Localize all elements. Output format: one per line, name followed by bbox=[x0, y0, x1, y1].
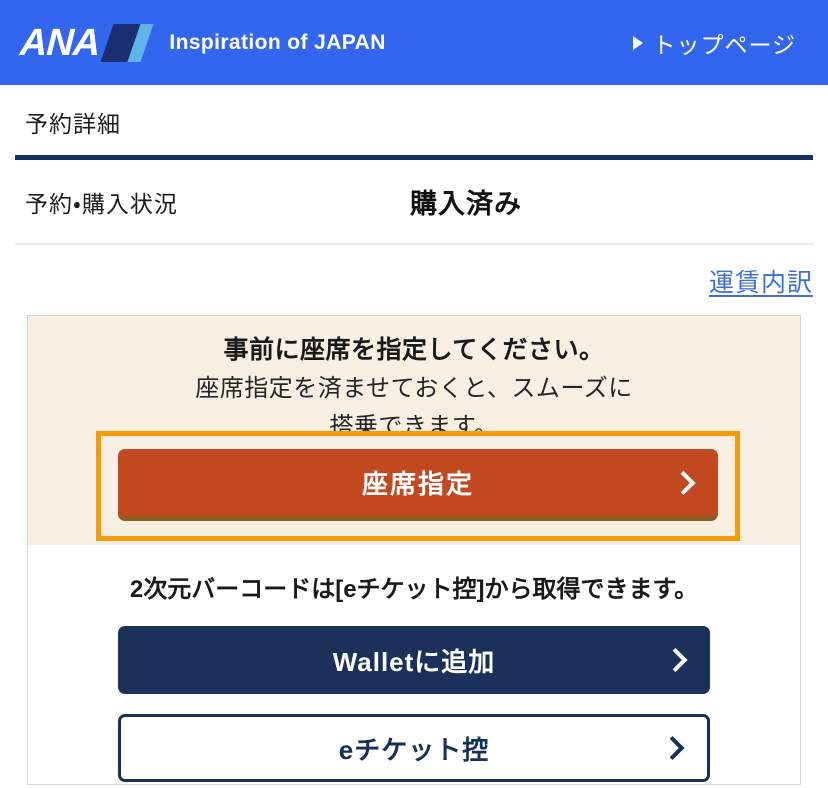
ana-parallelogram-icon bbox=[100, 23, 154, 62]
barcode-note: 2次元バーコードは[eチケット控]から取得できます。 bbox=[129, 576, 699, 603]
promo-subtext-line-1: 座席指定を済ませておくと、スムーズに bbox=[195, 374, 633, 402]
fare-link-row: 運賃内訳 bbox=[0, 245, 828, 315]
seat-selection-button-label: 座席指定 bbox=[361, 469, 474, 499]
top-page-link-label: トップページ bbox=[652, 31, 796, 58]
ticket-actions-section: 2次元バーコードは[eチケット控]から取得できます。 Walletに追加 eチケ… bbox=[28, 545, 800, 782]
fare-breakdown-link[interactable]: 運賃内訳 bbox=[709, 263, 813, 299]
top-page-link[interactable]: トップページ bbox=[633, 26, 810, 60]
status-badge: 購入済み bbox=[410, 189, 522, 219]
page-title-row: 予約詳細 bbox=[0, 85, 828, 139]
eticket-receipt-button[interactable]: eチケット控 bbox=[118, 714, 710, 782]
seat-selection-promo: 事前に座席を指定してください。 座席指定を済ませておくと、スムーズに 搭乗できま… bbox=[28, 316, 800, 545]
add-to-wallet-button-label: Walletに追加 bbox=[332, 646, 496, 677]
chevron-right-icon bbox=[671, 470, 696, 495]
seat-selection-button[interactable]: 座席指定 bbox=[118, 449, 718, 521]
status-label: 予約・購入状況 bbox=[25, 190, 178, 217]
ticket-button-stack: Walletに追加 eチケット控 bbox=[28, 604, 800, 782]
status-row: 予約・購入状況 購入済み bbox=[0, 160, 828, 243]
eticket-receipt-button-label: eチケット控 bbox=[338, 734, 490, 765]
brand-block: ANA Inspiration of JAPAN bbox=[18, 21, 386, 64]
page-title: 予約詳細 bbox=[25, 111, 121, 137]
ana-wordmark: ANA bbox=[18, 21, 101, 64]
site-header: ANA Inspiration of JAPAN トップページ bbox=[0, 0, 828, 85]
booking-actions-card: 事前に座席を指定してください。 座席指定を済ませておくと、スムーズに 搭乗できま… bbox=[27, 315, 801, 785]
chevron-right-icon bbox=[663, 647, 688, 673]
ana-logo[interactable]: ANA bbox=[18, 21, 154, 64]
brand-tagline: Inspiration of JAPAN bbox=[169, 30, 386, 54]
add-to-wallet-button[interactable]: Walletに追加 bbox=[118, 626, 710, 694]
chevron-right-icon bbox=[660, 735, 685, 761]
triangle-right-icon bbox=[633, 35, 644, 50]
promo-heading: 事前に座席を指定してください。 bbox=[223, 336, 605, 364]
